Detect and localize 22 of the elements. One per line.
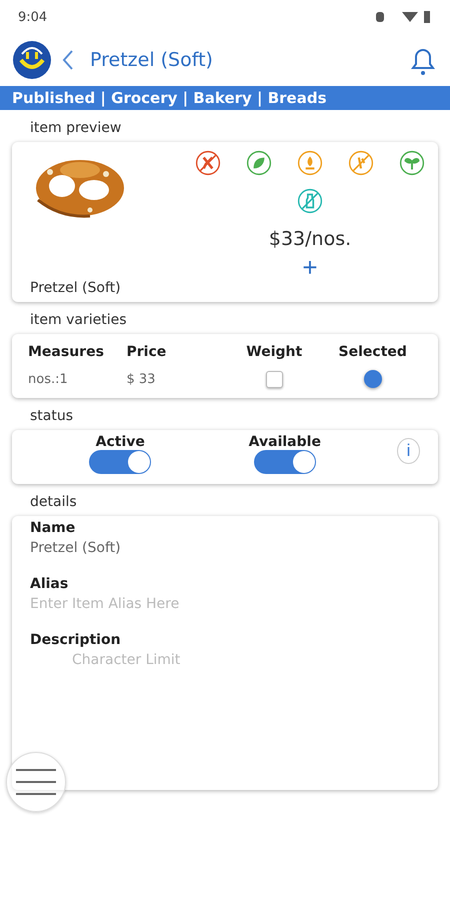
toggle-label: Available xyxy=(248,434,321,450)
item-name: Pretzel (Soft) xyxy=(30,280,122,296)
add-button[interactable]: + xyxy=(302,254,318,280)
section-title: item varieties xyxy=(29,311,128,330)
column-header: Measures xyxy=(28,344,105,360)
field-label: Name xyxy=(30,520,76,536)
column-header: Weight xyxy=(245,344,304,360)
toggle-label: Active xyxy=(96,434,145,450)
status-time: 9:04 xyxy=(18,10,48,24)
table-cell-text: nos.:1 xyxy=(28,372,69,386)
column-header: Price xyxy=(126,344,168,360)
info-button[interactable]: i xyxy=(397,438,420,464)
breadcrumb-bar: Published | Grocery | Bakery | Breads xyxy=(0,86,450,110)
section-title: item preview xyxy=(29,119,122,138)
field-label: Description xyxy=(30,632,122,648)
page-title: Pretzel (Soft) xyxy=(90,49,214,71)
section-title: status xyxy=(29,407,74,426)
section-title: details xyxy=(29,493,78,512)
column-header: Selected xyxy=(338,344,408,360)
item-price: $33/nos. xyxy=(268,228,352,250)
table-cell-text: $ 33 xyxy=(126,372,156,386)
field-label: Alias xyxy=(30,576,70,592)
